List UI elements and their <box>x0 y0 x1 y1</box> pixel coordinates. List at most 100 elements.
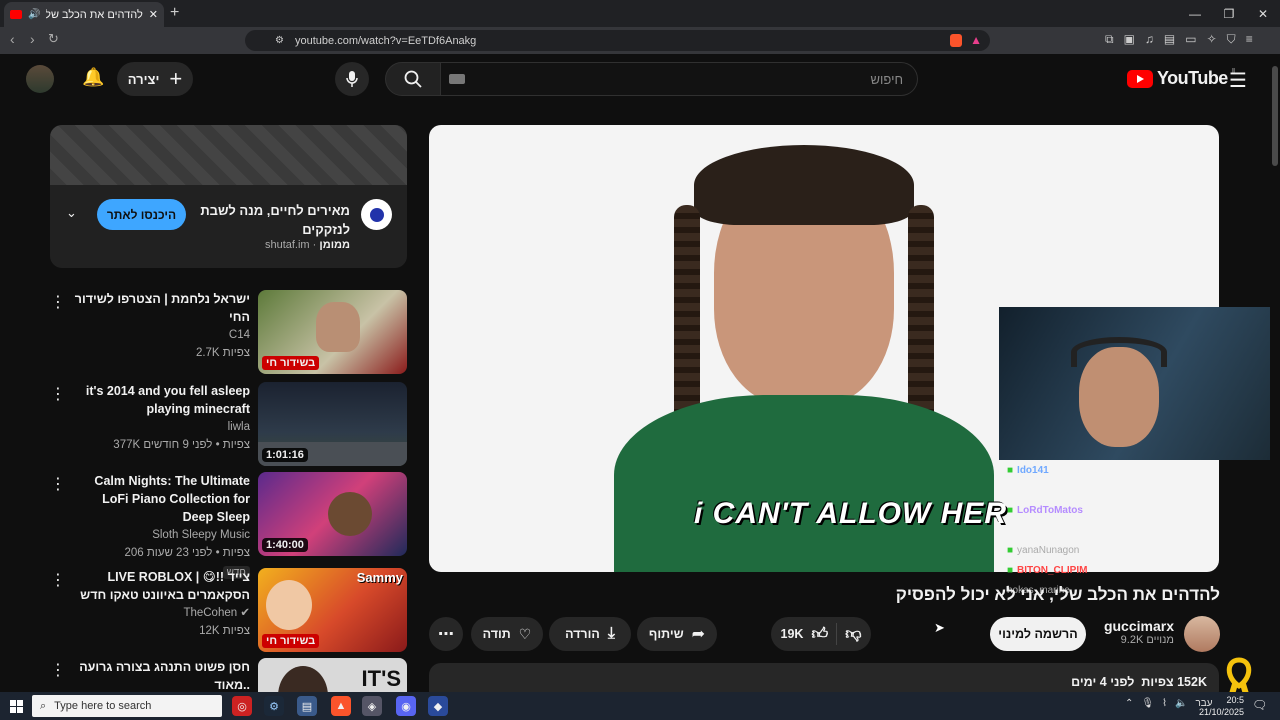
brave-browser-icon[interactable]: ▲ <box>331 696 351 716</box>
back-icon[interactable]: ‹ <box>10 31 15 47</box>
youtube-logo[interactable]: YouTube IL <box>1127 68 1237 89</box>
account-avatar[interactable] <box>26 65 54 93</box>
suggestion-item[interactable]: בשידור חי ישראל נלחמת | הצטרפו לשידור הח… <box>50 290 407 374</box>
voice-search-button[interactable] <box>335 62 369 96</box>
clock-time: 20:5 <box>1226 695 1244 705</box>
more-options-icon[interactable]: ⋮ <box>50 570 66 590</box>
suggestion-views: 377K צפיות • לפני 9 חודשים <box>113 439 250 451</box>
keyboard-icon[interactable] <box>449 74 465 84</box>
file-explorer-icon[interactable]: ▤ <box>297 696 317 716</box>
dislike-icon[interactable]: 👎︎ <box>845 625 861 644</box>
more-options-icon[interactable]: ⋮ <box>50 292 66 312</box>
thanks-label: תודה <box>482 627 511 641</box>
thanks-button[interactable]: תודה ♡ <box>471 617 543 651</box>
network-icon[interactable]: ⌇ <box>1162 698 1167 709</box>
tab-title: להדהים את הכלב שלי, אני לא <box>46 8 143 21</box>
suggestion-item[interactable]: 1:01:16 it's 2014 and you fell asleep pl… <box>50 382 407 466</box>
taskbar-clock[interactable]: 20:5 21/10/2025 <box>1199 694 1244 718</box>
forward-icon[interactable]: › <box>30 31 35 47</box>
vpn-icon[interactable]: ⛉ <box>1227 32 1236 47</box>
ad-cta-button[interactable]: היכנסו לאתר <box>97 199 186 230</box>
more-options-icon[interactable]: ⋮ <box>50 384 66 404</box>
like-icon[interactable]: 👍︎ <box>811 625 828 644</box>
minimize-button[interactable]: — <box>1178 0 1212 27</box>
thumbnail-text: IT'S <box>361 666 401 691</box>
chat-message: ■ yanaNunagon <box>1007 544 1080 556</box>
youtube-play-icon <box>1127 69 1153 88</box>
scrollbar-thumb[interactable] <box>1272 66 1278 166</box>
screenshot-icon[interactable]: ▣ <box>1124 32 1135 47</box>
discord-icon[interactable]: ◉ <box>396 696 416 716</box>
live-badge: בשידור חי <box>262 356 320 370</box>
windows-start-icon[interactable] <box>6 696 26 716</box>
search-input[interactable]: חיפוש <box>441 62 918 96</box>
chevron-down-icon[interactable]: ⌄ <box>66 205 77 221</box>
suggestion-item[interactable]: Sammy בשידור חי LIVE ROBLOX | 😋!! צייד ה… <box>50 568 407 652</box>
app-icon-shield[interactable]: ◈ <box>362 696 382 716</box>
site-info-icon[interactable]: ⚙ <box>275 35 284 46</box>
suggestion-item[interactable]: 1:40:00 Calm Nights: The Ultimate LoFi P… <box>50 472 407 579</box>
share-button[interactable]: שיתוף ➦ <box>637 617 717 651</box>
reload-icon[interactable]: ↻ <box>48 31 59 47</box>
like-dislike-group: 19K 👍︎ 👎︎ <box>771 617 871 651</box>
ai-icon[interactable]: ✧ <box>1207 32 1217 47</box>
menu-icon[interactable]: ≡ <box>1246 32 1253 47</box>
channel-name: TheCohen <box>183 607 238 619</box>
suggestion-title: Calm Nights: The Ultimate LoFi Piano Col… <box>94 474 250 524</box>
audio-playing-icon[interactable]: 🔊 <box>28 9 40 20</box>
search-button[interactable] <box>385 62 441 96</box>
wallet-icon[interactable]: ▭ <box>1185 32 1196 47</box>
volume-icon[interactable]: 🔈 <box>1175 698 1187 709</box>
suggestion-item[interactable]: IT'S חסן פשוט התנהג בצורה גרועה מאוד.. ⋮ <box>50 658 407 692</box>
address-bar-row: ‹ › ↻ 🔖 ⚙ youtube.com/watch?v=EeTDf6Anak… <box>0 27 1280 54</box>
suggestion-thumbnail[interactable]: IT'S <box>258 658 407 692</box>
tray-chevron-icon[interactable]: ⌃ <box>1125 698 1133 709</box>
extensions-icon[interactable]: ⧉ <box>1105 32 1114 47</box>
notifications-icon[interactable]: 🗨 <box>1252 698 1267 712</box>
window-controls: — ❐ ✕ <box>1178 0 1280 27</box>
suggestion-thumbnail[interactable]: בשידור חי <box>258 290 407 374</box>
more-options-icon[interactable]: ⋮ <box>50 660 66 680</box>
suggestion-title: it's 2014 and you fell asleep playing mi… <box>85 384 250 416</box>
close-window-button[interactable]: ✕ <box>1246 0 1280 27</box>
sidebar-icon[interactable]: ▤ <box>1164 32 1175 47</box>
steam-icon[interactable]: ⚙ <box>264 696 284 716</box>
create-button[interactable]: יצירה + <box>117 62 193 96</box>
browser-tab-bar: 🔊 להדהים את הכלב שלי, אני לא ✕ + — ❐ ✕ <box>0 0 1280 27</box>
download-label: הורדה <box>565 627 600 641</box>
brave-shield-icon[interactable] <box>950 34 962 47</box>
more-options-icon[interactable]: ⋮ <box>50 474 66 494</box>
chat-message: ■ LoRdToMatos <box>1007 504 1083 516</box>
video-caption: i CAN'T ALLOW HER <box>694 497 1007 530</box>
url-field[interactable]: ⚙ youtube.com/watch?v=EeTDf6Anakg ▲ <box>245 30 990 51</box>
channel-name[interactable]: guccimarx <box>1104 618 1174 634</box>
ad-source: ממומן · shutaf.im <box>264 239 350 251</box>
more-actions-icon[interactable]: ⋯ <box>429 617 463 651</box>
music-icon[interactable]: ♫ <box>1145 32 1154 47</box>
notifications-bell-icon[interactable]: 🔔 <box>82 67 104 88</box>
logo-text: YouTube <box>1157 68 1228 88</box>
sponsored-ad-card[interactable]: מאירים לחיים, מנה לשבת לנזקקים ממומן · s… <box>50 125 407 268</box>
like-count[interactable]: 19K <box>781 627 804 641</box>
brave-rewards-icon[interactable]: ▲ <box>970 33 982 47</box>
url-text: youtube.com/watch?v=EeTDf6Anakg <box>295 34 477 47</box>
subscribe-button[interactable]: הרשמה למינוי <box>990 617 1086 651</box>
ad-sponsored-label: ממומן <box>319 239 350 251</box>
restore-button[interactable]: ❐ <box>1212 0 1246 27</box>
new-tab-button[interactable]: + <box>170 4 179 22</box>
browser-tab[interactable]: 🔊 להדהים את הכלב שלי, אני לא ✕ <box>4 2 164 27</box>
suggestion-thumbnail[interactable]: Sammy בשידור חי <box>258 568 407 652</box>
ad-logo <box>361 199 392 230</box>
hamburger-menu-icon[interactable]: ☰ <box>1229 68 1247 93</box>
mouse-cursor-icon: ➤ <box>934 620 945 635</box>
suggestion-thumbnail[interactable]: 1:40:00 <box>258 472 407 556</box>
ad-domain: shutaf.im <box>264 239 310 251</box>
app-icon-diamond[interactable]: ◆ <box>428 696 448 716</box>
tab-close-icon[interactable]: ✕ <box>149 8 158 21</box>
suggestion-thumbnail[interactable]: 1:01:16 <box>258 382 407 466</box>
download-button[interactable]: הורדה ⤓ <box>549 617 631 651</box>
microphone-icon[interactable]: 🎙 <box>1141 698 1154 709</box>
app-icon-circle[interactable]: ◎ <box>232 696 252 716</box>
taskbar-search-input[interactable]: ⌕ Type here to search <box>32 695 222 717</box>
channel-avatar[interactable] <box>1184 616 1220 652</box>
